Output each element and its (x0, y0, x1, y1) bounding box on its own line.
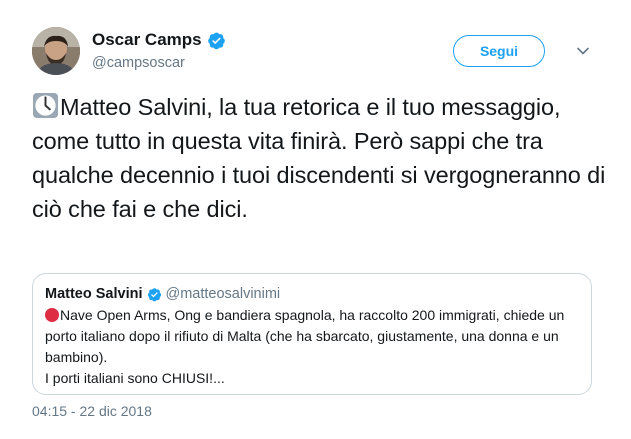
quoted-author-name: Matteo Salvini (45, 286, 143, 302)
follow-button[interactable]: Segui (453, 35, 545, 67)
quoted-author-handle: @matteosalvinimi (165, 286, 281, 302)
verified-badge-icon (147, 287, 161, 301)
chevron-down-icon[interactable] (576, 44, 590, 58)
quoted-tweet-text: Nave Open Arms, Ong e bandiera spagnola,… (45, 305, 579, 389)
author-handle[interactable]: @campsoscar (92, 55, 185, 71)
quoted-text-line1: Nave Open Arms, Ong e bandiera spagnola,… (45, 307, 565, 365)
avatar[interactable] (32, 27, 80, 75)
clock-icon (32, 92, 59, 119)
tweet-text: Matteo Salvini, la tua retorica e il tuo… (32, 90, 612, 226)
quoted-tweet[interactable]: Matteo Salvini @matteosalvinimi Nave Ope… (32, 273, 592, 395)
verified-badge-icon (207, 32, 225, 49)
red-circle-icon (45, 308, 59, 322)
author-name[interactable]: Oscar Camps (92, 30, 202, 50)
tweet-body: Matteo Salvini, la tua retorica e il tuo… (32, 94, 606, 222)
quoted-text-line2: I porti italiani sono CHIUSI!... (45, 370, 225, 386)
tweet-timestamp[interactable]: 04:15 - 22 dic 2018 (32, 403, 152, 419)
